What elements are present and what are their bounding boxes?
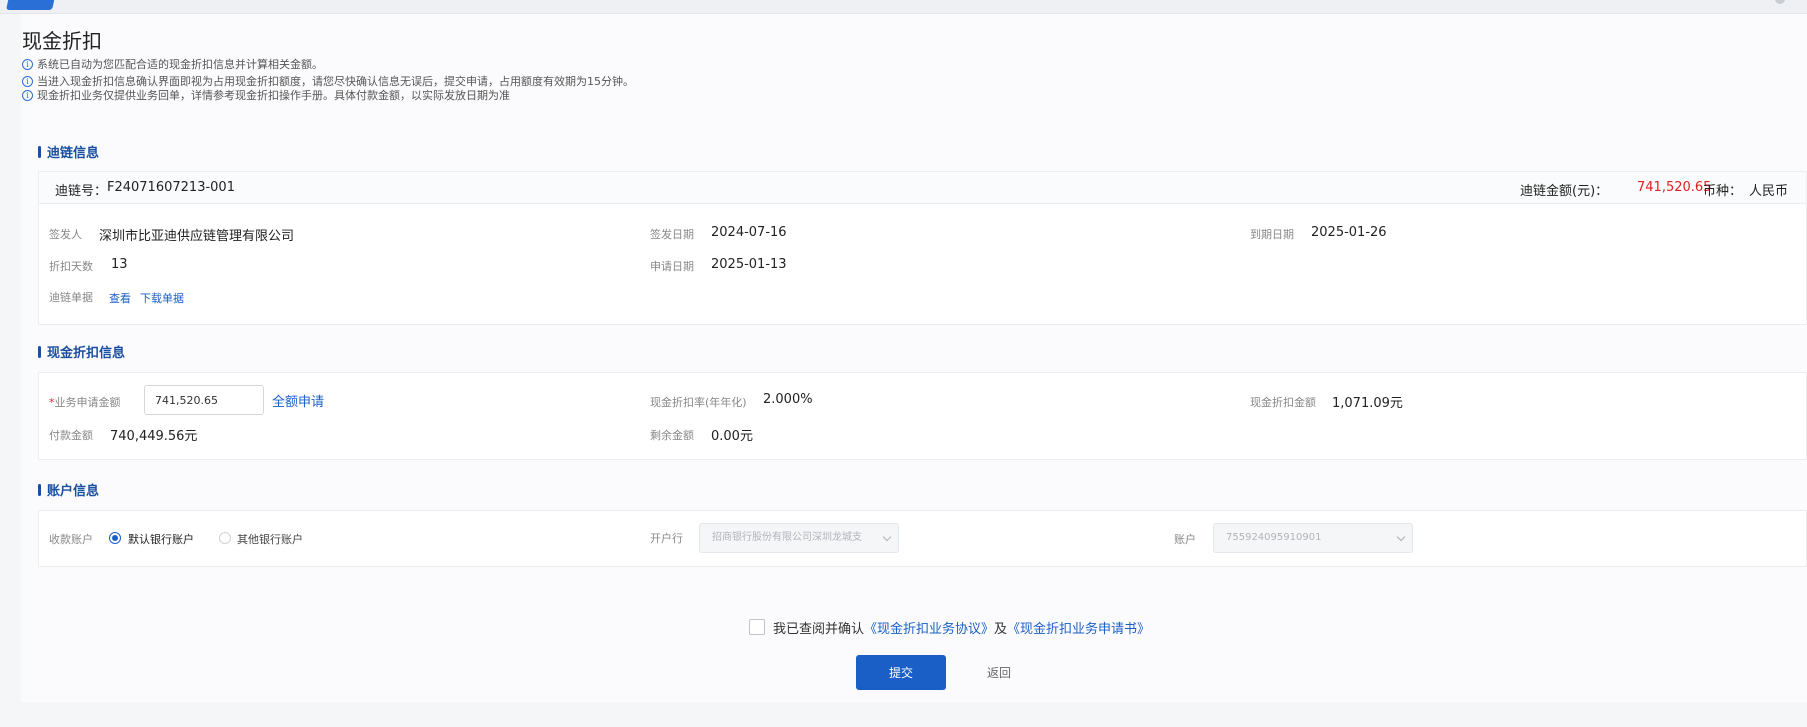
section-title-text: 账户信息 — [47, 484, 100, 499]
chain-no-label: 迪链号： — [55, 184, 108, 199]
discount-amount-label: 现金折扣金额 — [1250, 396, 1316, 409]
discount-days-label: 折扣天数 — [49, 260, 93, 273]
page-title: 现金折扣 — [22, 29, 102, 53]
remain-amount-label: 剩余金额 — [650, 429, 694, 442]
chevron-down-icon — [1396, 532, 1406, 542]
download-doc-link[interactable]: 下载单据 — [140, 290, 184, 306]
notice-text: 现金折扣业务仅提供业务回单，详情参考现金折扣操作手册。具体付款金额，以实际发放日… — [37, 89, 510, 102]
discount-days-value: 13 — [111, 257, 128, 272]
account-info-panel: 收款账户 默认银行账户 其他银行账户 开户行 招商银行股份有限公司深圳龙城支 账… — [38, 510, 1807, 567]
section-title-discount-info: 现金折扣信息 — [38, 342, 125, 361]
chain-info-panel: 迪链号： F24071607213-001 迪链金额(元)： 741,520.6… — [38, 171, 1807, 325]
issuer-value: 深圳市比亚迪供应链管理有限公司 — [99, 229, 295, 244]
section-title-text: 迪链信息 — [47, 146, 100, 161]
agreement-doc2-link[interactable]: 《现金折扣业务申请书》 — [1007, 622, 1150, 637]
discount-amount-value: 1,071.09元 — [1332, 396, 1403, 411]
other-account-radio[interactable] — [219, 532, 231, 544]
account-select[interactable]: 755924095910901 — [1213, 523, 1413, 553]
bank-label: 开户行 — [650, 532, 683, 545]
apply-amount-input[interactable] — [144, 385, 264, 415]
section-title-account-info: 账户信息 — [38, 480, 99, 499]
currency-label: 币种： — [1703, 184, 1743, 199]
section-marker — [38, 483, 41, 496]
main-content-card — [21, 14, 1807, 702]
full-apply-link[interactable]: 全额申请 — [272, 391, 324, 410]
discount-rate-label: 现金折扣率(年年化) — [650, 396, 747, 409]
apply-date-label: 申请日期 — [650, 260, 694, 273]
discount-rate-value: 2.000% — [763, 392, 813, 407]
info-icon: i — [22, 58, 33, 70]
account-label: 账户 — [1174, 533, 1196, 546]
notice-text: 系统已自动为您匹配合适的现金折扣信息并计算相关金额。 — [37, 58, 323, 71]
default-account-radio[interactable] — [109, 532, 121, 544]
user-menu-icon[interactable] — [1775, 0, 1785, 4]
apply-date-value: 2025-01-13 — [711, 257, 787, 272]
agreement-text: 我已查阅并确认《现金折扣业务协议》及《现金折扣业务申请书》 — [773, 618, 1150, 637]
currency-value: 人民币 — [1749, 184, 1789, 199]
apply-amount-label: *业务申请金额 — [49, 394, 121, 410]
bank-select-value: 招商银行股份有限公司深圳龙城支 — [712, 532, 862, 543]
section-marker — [38, 145, 41, 158]
remain-amount-value: 0.00元 — [711, 429, 753, 444]
section-title-text: 现金折扣信息 — [47, 346, 126, 361]
info-icon: i — [22, 89, 33, 101]
submit-button[interactable]: 提交 — [856, 655, 946, 690]
default-account-label[interactable]: 默认银行账户 — [128, 531, 194, 547]
pay-amount-value: 740,449.56元 — [110, 429, 198, 444]
agreement-and: 及 — [994, 622, 1008, 637]
receive-account-label: 收款账户 — [49, 533, 93, 546]
due-date-value: 2025-01-26 — [1311, 225, 1387, 240]
chevron-down-icon — [882, 532, 892, 542]
chain-no-value: F24071607213-001 — [107, 180, 235, 195]
agreement-checkbox[interactable] — [749, 619, 765, 635]
due-date-label: 到期日期 — [1250, 228, 1294, 241]
chain-amount-value: 741,520.65 — [1637, 180, 1712, 195]
bank-select[interactable]: 招商银行股份有限公司深圳龙城支 — [699, 523, 899, 553]
notice-line-1: i 系统已自动为您匹配合适的现金折扣信息并计算相关金额。 — [22, 56, 323, 72]
account-select-value: 755924095910901 — [1226, 532, 1322, 543]
info-icon: i — [22, 75, 33, 87]
chain-doc-label: 迪链单据 — [49, 291, 93, 304]
other-account-label[interactable]: 其他银行账户 — [237, 531, 303, 547]
section-marker — [38, 345, 41, 358]
sign-date-value: 2024-07-16 — [711, 225, 787, 240]
view-doc-link[interactable]: 查看 — [109, 290, 131, 306]
apply-amount-label-text: 业务申请金额 — [54, 396, 121, 409]
discount-info-panel: *业务申请金额 全额申请 现金折扣率(年年化) 2.000% 现金折扣金额 1,… — [38, 372, 1807, 460]
back-button[interactable]: 返回 — [987, 664, 1011, 681]
section-title-chain-info: 迪链信息 — [38, 142, 99, 161]
pay-amount-label: 付款金额 — [49, 429, 93, 442]
issuer-label: 签发人 — [49, 228, 82, 241]
agreement-doc1-link[interactable]: 《现金折扣业务协议》 — [864, 622, 994, 637]
top-navigation-bar — [0, 0, 1807, 14]
brand-logo[interactable] — [6, 0, 56, 10]
notice-line-3: i 现金折扣业务仅提供业务回单，详情参考现金折扣操作手册。具体付款金额，以实际发… — [22, 87, 510, 103]
sign-date-label: 签发日期 — [650, 228, 694, 241]
chain-amount-label: 迪链金额(元)： — [1520, 184, 1609, 199]
agreement-prefix: 我已查阅并确认 — [773, 622, 865, 637]
